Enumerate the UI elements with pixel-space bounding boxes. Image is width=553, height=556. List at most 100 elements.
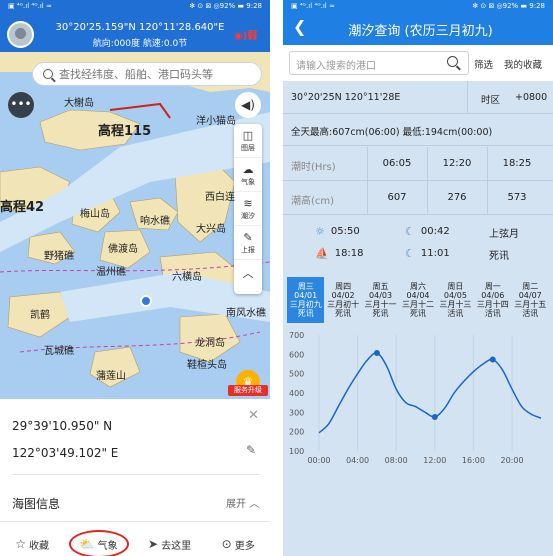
status-bar: ▣ ⁴ᴳ.ıl ⁴ᴳ.ıl ≈ ✻ ⊙ ⊠ ◎92% ▬ 9:28 xyxy=(0,0,270,12)
map-label: 梅山岛 xyxy=(80,209,110,220)
moonset-time: 11:01 xyxy=(420,248,450,259)
port-search-input[interactable]: 请输入搜索的港口 xyxy=(289,51,469,75)
x-tick-label: 08:00 xyxy=(385,456,408,465)
tide-extreme-point xyxy=(489,356,496,363)
port-search-placeholder: 请输入搜索的港口 xyxy=(296,61,376,72)
map-label: 响水礁 xyxy=(140,216,170,227)
status-right: ✻ ⊙ ⊠ ◎92% ▬ 9:28 xyxy=(189,2,262,10)
weather-button[interactable]: ⛅ 气象 xyxy=(68,529,129,556)
day-lunar: 三月初九 xyxy=(289,300,322,309)
day-tab-0[interactable]: 周三 04/01 三月初九 死讯 xyxy=(287,277,325,323)
map-search-input[interactable]: 查找经纬度、船舶、港口码头等 xyxy=(32,62,262,86)
tide-curve xyxy=(318,352,542,434)
divider xyxy=(12,474,260,475)
tool-label: 潮汐 xyxy=(241,211,255,220)
status-bar: ▣ ⁴ᴳ.ıl ⁴ᴳ.ıl ≈ ✻ ⊙ ⊠ ◎92% ▬ 9:28 xyxy=(283,0,553,12)
sunset-time: 18:18 xyxy=(334,248,364,259)
ship-coordinates: 30°20'25.159"N 120°11'28.640"E xyxy=(55,22,225,33)
navigate-icon: ➤ xyxy=(148,537,159,551)
chevron-up-icon: ︿ xyxy=(249,499,260,510)
map-tool-column: ◫ 图层 ☁ 气象 ≋ 潮汐 ✎ 上报 ︿ xyxy=(234,124,262,294)
tide-height-header: 潮高(cm) xyxy=(291,196,335,207)
heading-speed: 航向:000度 航速:0.0节 xyxy=(92,39,188,49)
chat-icon[interactable]: ••• xyxy=(8,92,34,118)
edit-icon[interactable]: ✎ xyxy=(246,443,256,457)
filter-button[interactable]: 筛选 xyxy=(474,57,493,71)
tool-weather[interactable]: ☁ 气象 xyxy=(234,158,262,192)
my-favorites-button[interactable]: 我的收藏 xyxy=(504,57,542,71)
expand-button[interactable]: 展开 ︿ xyxy=(226,495,259,510)
sunrise-icon: ☼ xyxy=(315,225,325,238)
longitude-value: 122°03'49.102" E xyxy=(12,446,119,460)
y-tick-label: 500 xyxy=(289,370,304,379)
service-upgrade-button[interactable]: ♛ 服务升级 xyxy=(228,370,268,398)
moonset-item: ☾ 11:01 xyxy=(405,247,450,260)
day-tab-4[interactable]: 周日 04/05 三月十三 活讯 xyxy=(437,277,474,323)
day-tab-5[interactable]: 周一 04/06 三月十四 活讯 xyxy=(474,277,511,323)
cloud-icon: ☁ xyxy=(242,162,254,176)
pencil-icon: ✎ xyxy=(243,230,253,244)
day-tide: 死讯 xyxy=(372,309,389,318)
status-right: ✻ ⊙ ⊠ ◎92% ▬ 9:28 xyxy=(472,2,545,10)
day-week: 周五 xyxy=(372,282,389,291)
map-label: 凯鹤 xyxy=(30,310,50,321)
day-tab-3[interactable]: 周六 04/04 三月十二 死讯 xyxy=(399,277,436,323)
moonrise-time: 00:42 xyxy=(420,226,450,237)
map-label: 鞋楦头岛 xyxy=(187,360,227,371)
tool-tide[interactable]: ≋ 潮汐 xyxy=(234,192,262,226)
close-icon[interactable]: ✕ xyxy=(248,408,259,423)
day-week: 周六 xyxy=(409,282,426,291)
tide-type-value: 死讯 xyxy=(489,251,509,262)
map-label: 大兴岛 xyxy=(196,224,226,235)
signal-icon[interactable]: ◉)弱 xyxy=(234,27,257,42)
day-tab-1[interactable]: 周四 04/02 三月初十 死讯 xyxy=(324,277,361,323)
speaker-icon[interactable]: ◀) xyxy=(235,92,261,118)
action-label: 气象 xyxy=(97,540,118,552)
moonrise-icon: ☾ xyxy=(405,225,415,238)
tool-collapse[interactable]: ︿ xyxy=(234,260,262,288)
map-label: 高程42 xyxy=(0,200,45,215)
tool-layers[interactable]: ◫ 图层 xyxy=(234,124,262,158)
day-tide: 活讯 xyxy=(484,309,501,318)
position-row: 30°20'25N 120°11'28E 时区 +0800 xyxy=(283,81,553,114)
search-icon[interactable] xyxy=(447,56,458,67)
tide-chart: 00:00 04:00 08:00 12:00 16:00 20:00 100 200 300 4… xyxy=(289,331,542,465)
day-date: 04/02 xyxy=(331,291,355,300)
nautical-map[interactable]: 查找经纬度、船舶、港口码头等 ••• ◀) ◫ 图层 ☁ 气象 ≋ 潮汐 ✎ 上… xyxy=(0,52,270,399)
y-tick-label: 600 xyxy=(289,350,304,359)
layers-icon: ◫ xyxy=(242,128,254,142)
sunrise-time: 05:50 xyxy=(330,226,360,237)
map-search-placeholder: 查找经纬度、船舶、港口码头等 xyxy=(59,68,213,81)
position-value: 30°20'25N 120°11'28E xyxy=(291,92,401,103)
navigate-button[interactable]: ➤ 去这里 xyxy=(144,535,195,554)
favorite-button[interactable]: ☆ 收藏 xyxy=(11,535,53,554)
map-label: 野猪礁 xyxy=(44,251,74,262)
tool-report[interactable]: ✎ 上报 xyxy=(234,226,262,260)
map-header: ▣ ⁴ᴳ.ıl ⁴ᴳ.ıl ≈ ✻ ⊙ ⊠ ◎92% ▬ 9:28 30°20'… xyxy=(0,0,270,52)
tide-app-panel: ▣ ⁴ᴳ.ıl ⁴ᴳ.ıl ≈ ✻ ⊙ ⊠ ◎92% ▬ 9:28 ❮ 潮汐查询… xyxy=(283,0,553,556)
tide-icon: ≋ xyxy=(243,196,253,210)
search-icon xyxy=(43,69,53,79)
map-label: 蒲莲山 xyxy=(96,371,126,382)
day-lunar: 三月十三 xyxy=(439,300,472,309)
back-icon[interactable]: ❮ xyxy=(293,17,306,36)
moonrise-item: ☾ 00:42 xyxy=(405,225,450,238)
tool-label: 图层 xyxy=(241,143,255,152)
more-button[interactable]: ⊙ 更多 xyxy=(218,535,259,554)
day-tab-6[interactable]: 周二 04/07 三月十五 活讯 xyxy=(512,277,549,323)
day-week: 周日 xyxy=(447,282,464,291)
avatar[interactable] xyxy=(7,21,34,48)
map-label: 高程115 xyxy=(98,124,152,139)
day-date: 04/03 xyxy=(369,291,393,300)
day-tab-2[interactable]: 周五 04/03 三月十一 死讯 xyxy=(362,277,399,323)
day-date: 04/05 xyxy=(443,291,467,300)
more-icon: ⊙ xyxy=(221,537,232,551)
tide-height-value: 607 xyxy=(387,192,407,203)
location-info-sheet: ✕ 29°39'10.950" N 122°03'49.102" E ✎ 海图信… xyxy=(0,399,270,556)
day-tide: 活讯 xyxy=(447,309,464,318)
tide-extreme-point xyxy=(373,349,380,356)
map-label: 温州礁 xyxy=(96,267,126,278)
day-week: 周四 xyxy=(335,282,352,291)
day-tide: 死讯 xyxy=(335,309,352,318)
status-left: ▣ ⁴ᴳ.ıl ⁴ᴳ.ıl ≈ xyxy=(8,2,52,10)
